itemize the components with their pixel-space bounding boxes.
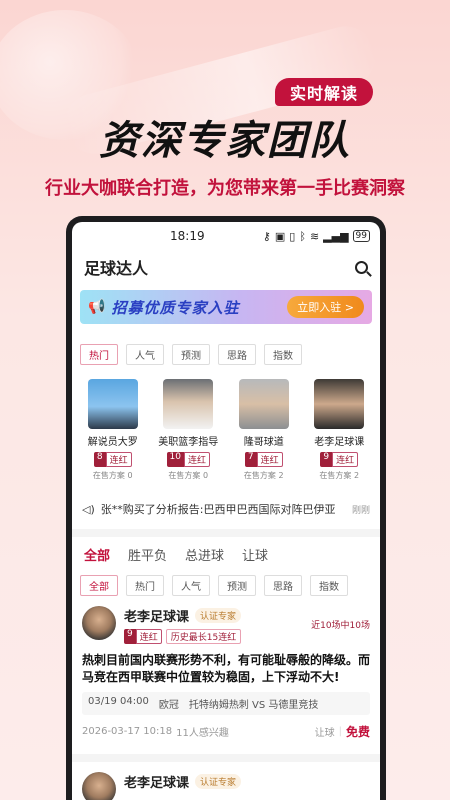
match-time: 03/19 04:00 [88,696,149,707]
card-name-row: 老李足球课 认证专家 [124,606,242,625]
chip-index[interactable]: 指数 [310,575,348,596]
certified-badge: 认证专家 [195,774,242,789]
wifi-icon: ≋ [309,229,320,243]
play-kind: 让球 [314,728,335,739]
banner-text: 招募优质专家入驻 [111,298,240,317]
onsale-count: 在售方案 0 [168,471,209,480]
league-name: 欧冠 [158,700,179,711]
onsale-count: 在售方案 2 [243,471,284,480]
chip-idea[interactable]: 思路 [264,575,302,596]
expert-photo [163,379,214,429]
chip-popular[interactable]: 人气 [126,344,164,365]
onsale-count: 在售方案 2 [319,471,360,480]
tab-total-goals[interactable]: 总进球 [185,545,224,564]
plan-filter-chips: 全部 热门 人气 预测 思路 指数 [72,575,380,596]
expert-filter-chips: 热门 人气 预测 思路 指数 [72,344,380,365]
match-teams: 托特纳姆热刺 VS 马德里竞技 [188,700,319,711]
plan-card[interactable]: 老李足球课 认证专家 [72,754,380,800]
purchase-ticker: ◁) 张**购买了分析报告:巴西甲巴西国际对阵巴伊亚 刚刚 [72,501,380,517]
expert-card[interactable]: 老李足球课 9 连红 在售方案 2 [307,379,373,481]
match-info: 03/19 04:00 欧冠 托特纳姆热刺 VS 马德里竞技 [82,692,370,715]
tab-all[interactable]: 全部 [84,545,110,564]
card-meta: 2026-03-17 10:18 11人感兴趣 让球 | 免费 [82,723,370,740]
certified-badge: 认证专家 [195,608,242,623]
ticker-text: 张**购买了分析报告:巴西甲巴西国际对阵巴伊亚 [100,503,336,516]
card-tags: 9 连红 历史最长15连红 [124,629,242,644]
streak-badge: 9 连红 [320,452,359,467]
author-name: 老李足球课 [124,610,190,625]
chip-predict[interactable]: 预测 [218,575,256,596]
status-time: 18:19 [170,229,205,243]
author-name: 老李足球课 [124,776,190,791]
chip-predict[interactable]: 预测 [172,344,210,365]
app-bar: 足球达人 [72,250,380,284]
expert-name: 解说员大罗 [87,437,138,448]
chip-popular[interactable]: 人气 [172,575,210,596]
chip-idea[interactable]: 思路 [218,344,256,365]
app-screen: 18:19 ⚷ ▣ ▯ ᛒ ≋ ▂▄▆ 99 足球达人 📢 招募优质专家入驻 立… [72,222,380,800]
interest-count: 11人感兴趣 [176,728,229,739]
separator: | [338,726,342,737]
history-tag: 历史最长15连红 [165,629,242,644]
chip-hot[interactable]: 热门 [126,575,164,596]
card-author-info: 老李足球课 认证专家 9 连红 历史最长15连红 [124,606,242,644]
expert-name: 美职篮李指导 [158,437,219,448]
hero-title: 资深专家团队 [99,118,351,164]
card-header: 老李足球课 认证专家 [82,772,370,800]
section-divider [72,529,380,537]
phone-frame: 18:19 ⚷ ▣ ▯ ᛒ ≋ ▂▄▆ 99 足球达人 📢 招募优质专家入驻 立… [66,216,386,800]
expert-photo [87,379,138,429]
ticker-time: 刚刚 [351,505,370,516]
chip-all[interactable]: 全部 [80,575,118,596]
recent-record: 近10场中10场 [311,621,370,631]
key-icon: ⚷ [262,229,271,243]
avatar[interactable] [82,772,116,800]
tab-handicap[interactable]: 让球 [242,545,268,564]
onsale-count: 在售方案 0 [92,471,133,480]
search-icon[interactable] [355,260,368,274]
card-header: 老李足球课 认证专家 9 连红 历史最长15连红 近10场中10场 [82,606,370,644]
expert-name: 老李足球课 [314,437,365,448]
expert-card[interactable]: 隆哥球道 7 连红 在售方案 2 [231,379,297,481]
streak-badge: 7 连红 [244,452,283,467]
signal-icon: ▂▄▆ [323,229,349,243]
battery-icon: 99 [352,230,370,242]
price-label: 免费 [345,725,370,739]
streak-badge: 8 连红 [93,452,132,467]
chip-index[interactable]: 指数 [264,344,302,365]
avatar[interactable] [82,606,116,640]
expert-card[interactable]: 美职篮李指导 10 连红 在售方案 0 [156,379,222,481]
plan-card[interactable]: 老李足球课 认证专家 9 连红 历史最长15连红 近10场中10场 热刺目前国内联… [72,596,380,740]
expert-photo [238,379,289,429]
bluetooth-icon: ᛒ [299,229,306,243]
recruit-banner[interactable]: 📢 招募优质专家入驻 立即入驻 > [80,290,372,324]
expert-name: 隆哥球道 [243,437,284,448]
realtime-badge: 实时解读 [275,78,373,106]
plan-summary: 热刺目前国内联赛形势不利，有可能耻辱般的降级。而马竞在西甲联赛中位置较为稳固，上… [82,653,371,684]
speaker-icon: ◁) [82,502,95,516]
streak-badge: 10 连红 [166,452,210,467]
card-name-row: 老李足球课 认证专家 [124,772,242,791]
expert-list: 解说员大罗 8 连红 在售方案 0 美职篮李指导 10 连红 在售方案 0 隆哥球道… [72,379,380,481]
play-type-tabs: 全部 胜平负 总进球 让球 [72,537,380,571]
tab-win-draw-lose[interactable]: 胜平负 [128,545,167,564]
join-button[interactable]: 立即入驻 > [287,296,364,318]
app-title: 足球达人 [84,259,149,278]
megaphone-icon: 📢 [88,299,106,315]
nfc-icon: ▣ [274,229,286,243]
expert-card[interactable]: 解说员大罗 8 连红 在售方案 0 [80,379,146,481]
publish-date: 2026-03-17 10:18 [82,726,173,737]
vibrate-icon: ▯ [289,229,296,243]
hero-subtitle: 行业大咖联合打造，为您带来第一手比赛洞察 [45,178,405,199]
chip-hot[interactable]: 热门 [80,344,118,365]
status-bar: 18:19 ⚷ ▣ ▯ ᛒ ≋ ▂▄▆ 99 [72,222,380,250]
streak-badge: 9 连红 [124,629,162,644]
expert-photo [314,379,365,429]
